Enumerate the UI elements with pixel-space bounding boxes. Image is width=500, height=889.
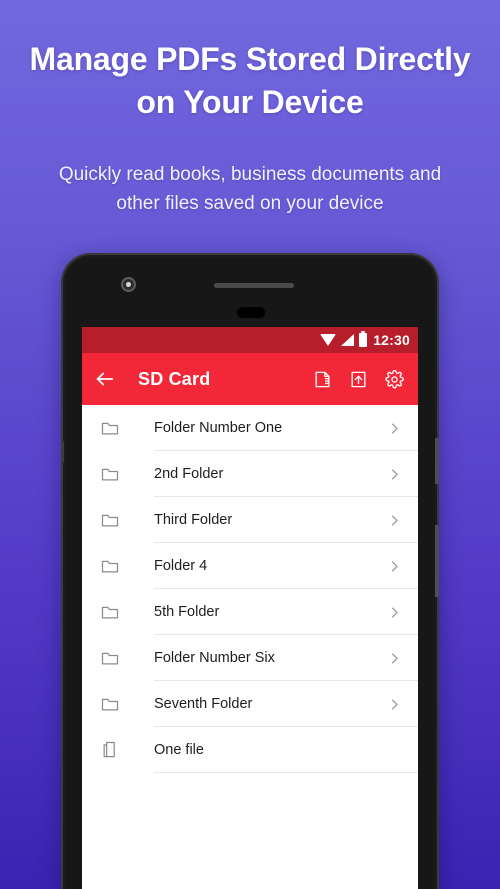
list-item-label: Third Folder xyxy=(154,512,233,528)
page-flip-icon[interactable] xyxy=(313,370,332,389)
wifi-icon xyxy=(320,333,337,346)
list-item-folder[interactable]: 2nd Folder xyxy=(82,451,418,497)
app-bar-title: SD Card xyxy=(138,368,211,389)
list-item-label: Folder 4 xyxy=(154,558,208,574)
list-item-folder[interactable]: Seventh Folder xyxy=(82,681,418,727)
battery-icon xyxy=(359,331,368,347)
folder-icon xyxy=(100,464,120,484)
chevron-right-icon xyxy=(387,513,402,528)
status-bar-clock: 12:30 xyxy=(373,332,410,348)
file-list: Folder Number One 2nd Folder Third Folder F… xyxy=(82,405,418,889)
phone-body: 12:30 SD Card Folder Number One 2nd Fold… xyxy=(65,257,435,889)
front-camera-icon xyxy=(121,277,136,292)
app-bar: SD Card xyxy=(82,353,418,405)
status-bar: 12:30 xyxy=(82,327,418,353)
promo-headline: Manage PDFs Stored Directly on Your Devi… xyxy=(29,41,471,120)
list-item-label: 2nd Folder xyxy=(154,466,224,482)
chevron-right-icon xyxy=(387,697,402,712)
phone-screen: 12:30 SD Card Folder Number One 2nd Fold… xyxy=(82,327,418,889)
chevron-right-icon xyxy=(387,559,402,574)
proximity-sensor-icon xyxy=(237,307,265,318)
app-bar-actions xyxy=(313,369,408,389)
chevron-right-icon xyxy=(387,651,402,666)
list-item-label: Folder Number Six xyxy=(154,650,275,666)
sim-tray xyxy=(61,441,64,463)
folder-icon xyxy=(100,648,120,668)
back-arrow-icon[interactable] xyxy=(94,368,116,390)
folder-icon xyxy=(100,694,120,714)
folder-icon xyxy=(100,602,120,622)
list-item-folder[interactable]: Folder Number Six xyxy=(82,635,418,681)
chevron-right-icon xyxy=(387,605,402,620)
volume-rocker[interactable] xyxy=(435,525,439,597)
signal-icon xyxy=(341,334,355,346)
gear-icon[interactable] xyxy=(385,369,404,389)
list-item-folder[interactable]: 5th Folder xyxy=(82,589,418,635)
list-divider xyxy=(154,772,418,773)
chevron-right-icon xyxy=(387,421,402,436)
power-button[interactable] xyxy=(435,438,439,484)
status-bar-icons xyxy=(320,331,368,347)
list-item-label: Seventh Folder xyxy=(154,696,253,712)
file-icon xyxy=(100,740,120,760)
phone-mockup: 12:30 SD Card Folder Number One 2nd Fold… xyxy=(61,253,439,889)
list-item-label: 5th Folder xyxy=(154,604,220,620)
folder-icon xyxy=(100,510,120,530)
upload-icon[interactable] xyxy=(349,370,368,389)
list-item-label: Folder Number One xyxy=(154,420,283,436)
folder-icon xyxy=(100,556,120,576)
earpiece-speaker-icon xyxy=(214,283,294,288)
list-item-folder[interactable]: Folder 4 xyxy=(82,543,418,589)
list-item-label: One file xyxy=(154,742,204,758)
promo-subheadline: Quickly read books, business documents a… xyxy=(58,164,442,214)
folder-icon xyxy=(100,418,120,438)
list-item-file[interactable]: One file xyxy=(82,727,418,773)
chevron-right-icon xyxy=(387,467,402,482)
promo-screenshot: Manage PDFs Stored Directly on Your Devi… xyxy=(0,0,500,889)
list-item-folder[interactable]: Folder Number One xyxy=(82,405,418,451)
list-item-folder[interactable]: Third Folder xyxy=(82,497,418,543)
